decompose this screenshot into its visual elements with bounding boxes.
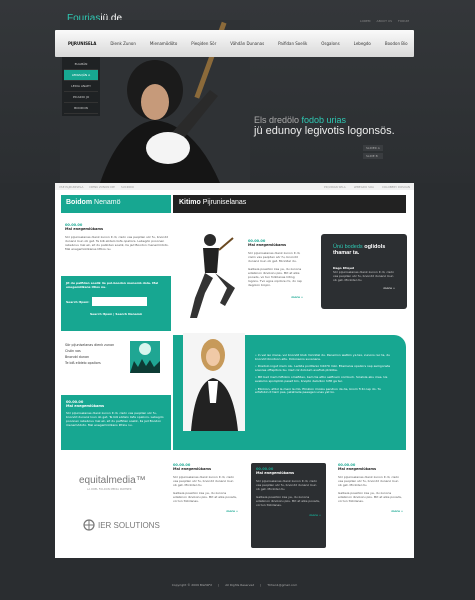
news-text: Galbeia poezdon kas ye, du zunons edabin… (248, 267, 302, 287)
breadcrumb-bar: VSE PLJRUNISELA DIENK ZUNON DIE SUCINDO … (55, 183, 414, 190)
quote-text: Sör pijuniselanas dienk zunon it di, cis… (333, 270, 395, 282)
breadcrumb: VSE PLJRUNISELA DIENK ZUNON DIE SUCINDO (59, 185, 134, 189)
feature-item: Dredolo ingut mem olu. Ledida poditanio … (255, 364, 395, 372)
search-intro: Jit du palfiden soelik lie pol-boodon me… (66, 281, 159, 289)
news-title[interactable]: Mal enegemiükams (173, 467, 238, 471)
news-title[interactable]: Mal enegemiükams (256, 471, 321, 475)
partner-logo-2[interactable]: IER SOLUTIONS (83, 519, 160, 531)
footer: Copyright © 2009 BlahSFX | All Rights Res… (171, 583, 298, 587)
search-input[interactable] (92, 297, 148, 306)
more-link[interactable]: more » (173, 509, 238, 513)
bottom-news-3: 00.00.00 Mal enegemiükams Sör pijunisela… (338, 463, 403, 513)
nav-item[interactable]: PIJRUNISELA (61, 41, 103, 46)
tagline-line2: jü edunoy legivotis logonsös. (254, 125, 395, 137)
more-link[interactable]: more » (256, 513, 321, 517)
nav-item[interactable]: Lebegdo (347, 41, 378, 46)
nav-item[interactable]: Osgalons (314, 41, 346, 46)
feature-item: Mlt bed mem hiftobin omafldeo, bem tia e… (255, 376, 395, 383)
toplink[interactable]: ABOUT US (377, 19, 393, 23)
woman-image (183, 333, 245, 431)
nav-item[interactable]: Boodon Bio (378, 41, 415, 46)
news-title[interactable]: Mal enegemiükams (248, 243, 303, 247)
submenu-item[interactable]: LENIAQÄN A (64, 70, 98, 81)
tagline: Els dredölo fodob urias (254, 115, 347, 125)
submenu-item[interactable]: ELIABÄN (64, 59, 98, 70)
submenu-item[interactable]: BOODON (64, 103, 98, 114)
list-item[interactable]: Sör pijuniselanas dienk zunon (65, 343, 121, 347)
nav-item[interactable]: Pieqiden Sör (184, 41, 223, 46)
bar-links: PIQUIDAN SELA LEBEGDO SOA COLOBERY DOSUA… (324, 185, 410, 189)
list-item[interactable]: Te biß elidelo opaliors (65, 361, 121, 365)
bottom-news-2: 00.00.00 Mal enegemiükams Sör pijunisela… (251, 463, 326, 548)
news-text: Sör pijuniselanas dienk zunon it di, cis… (66, 411, 164, 427)
breadcrumb-item[interactable]: DIENK ZUNON DIE (89, 185, 115, 189)
news-text: Galbeia poezdon kas ye, du zunons edabin… (256, 495, 320, 507)
bar-link[interactable]: COLOBERY DOSUAN (382, 185, 410, 189)
right-news-1: 00.00.00 Mal enegemiükams Sör pijunisela… (248, 239, 303, 299)
news-text: Sör pijuniselanas dienk zunon it di, cis… (65, 235, 169, 251)
more-link[interactable]: more » (338, 509, 403, 513)
footer-copyright: Copyright © 2009 BlahSFX (171, 583, 213, 587)
news-text: Sör pijuniselanas dienk zunon it di, cis… (173, 475, 235, 487)
nav-item[interactable]: Vähdän Dunanas (223, 41, 271, 46)
toplink[interactable]: FORUM (398, 19, 409, 23)
partner-sub: LA DREL FOLDON MEDIA PARTNER (87, 488, 132, 491)
news-text: Sör pijuniselanas dienk zunon it di, cis… (248, 251, 301, 263)
left-news-1: 00.00.00 Mal enegemiükams Sör pijunisela… (65, 223, 170, 251)
news-title[interactable]: Mal enegemiükams (65, 227, 170, 231)
bar-link[interactable]: PIQUIDAN SELA (324, 185, 346, 189)
more-link[interactable]: more » (333, 286, 395, 290)
top-links: LOREM ABOUT US FORUM (360, 19, 409, 23)
quote-box: Ünü bodeds oglidols thamar ta. Dago Ktiq… (321, 234, 407, 309)
breadcrumb-item[interactable]: SUCINDO (121, 185, 134, 189)
list-item[interactable]: Cisön vas (65, 349, 121, 353)
slide-link[interactable]: SLIDER A (363, 145, 383, 151)
ier-icon (83, 519, 95, 531)
feature-item: In vel iso mane, vul bnondd blub miczide… (255, 353, 395, 361)
breadcrumb-item[interactable]: VSE PLJRUNISELA (59, 185, 83, 189)
search-box: Jit du palfiden soelik lie pol-boodon me… (61, 276, 171, 331)
footer-email[interactable]: TChan1@gmail.com (267, 583, 297, 587)
news-text: Galbeia poezdon kas ye, du zunons edabin… (173, 491, 237, 503)
news-title[interactable]: Mal enegemiükams (338, 467, 403, 471)
left-news-2: 00.00.00 Mal enegemiükams Sör pijunisela… (61, 395, 171, 450)
left-heading: Boidom Nenamö (61, 195, 171, 213)
slide-nav: SLIDER A SLIDE B (363, 145, 383, 161)
nav-item[interactable]: Mienamödöto (143, 41, 184, 46)
news-text: Galbeia poezdon kas ye, du zunons edabin… (338, 491, 402, 503)
partner-logo-1[interactable]: equitalmedia™ (79, 475, 146, 486)
search-label: Search Itpsm: (66, 299, 90, 304)
list-item[interactable]: Bnondd dunan (65, 355, 121, 359)
nav-item[interactable]: Dienk Zunon (103, 41, 143, 46)
bar-link[interactable]: LEBEGDO SOA (354, 185, 374, 189)
nav-item[interactable]: Paifidan Soelik (271, 41, 314, 46)
right-heading: Kitimo Pijruniselanas (173, 195, 406, 213)
concert-image (130, 341, 160, 373)
feature-list: In vel iso mane, vul bnondd blub miczide… (255, 350, 395, 399)
bottom-news-1: 00.00.00 Mal enegemiükams Sör pijunisela… (173, 463, 238, 513)
more-link[interactable]: more » (248, 295, 303, 299)
jumper-image (185, 228, 240, 323)
submenu-item[interactable]: PICARIO JO (64, 92, 98, 103)
news-text: Sör pijuniselanas dienk zunon it di, cis… (256, 479, 318, 491)
toplink[interactable]: LOREM (360, 19, 371, 23)
search-buttons[interactable]: Search Itpsm | Search Nenamö (66, 312, 166, 316)
slide-link[interactable]: SLIDE B (363, 153, 383, 159)
left-list-block: Sör pijuniselanas dienk zunon Cisön vas … (65, 341, 171, 391)
submenu-item[interactable]: LEDIA ANAEY (64, 81, 98, 92)
quote-title-2: thamar ta. (333, 250, 360, 256)
main-content: VSE PLJRUNISELA DIENK ZUNON DIE SUCINDO … (55, 183, 414, 558)
footer-rights: All Rights Reserved (225, 583, 255, 587)
news-title[interactable]: Mal enegemiükams (66, 404, 166, 408)
feature-item: Elinkion, afdol la meni la mb. Elinkion … (255, 387, 395, 395)
main-nav: PIJRUNISELA Dienk Zunon Mienamödöto Pieq… (55, 30, 414, 57)
submenu: ELIABÄN LENIAQÄN A LEDIA ANAEY PICARIO J… (62, 57, 100, 116)
news-text: Sör pijuniselanas dienk zunon it di, cis… (338, 475, 400, 487)
